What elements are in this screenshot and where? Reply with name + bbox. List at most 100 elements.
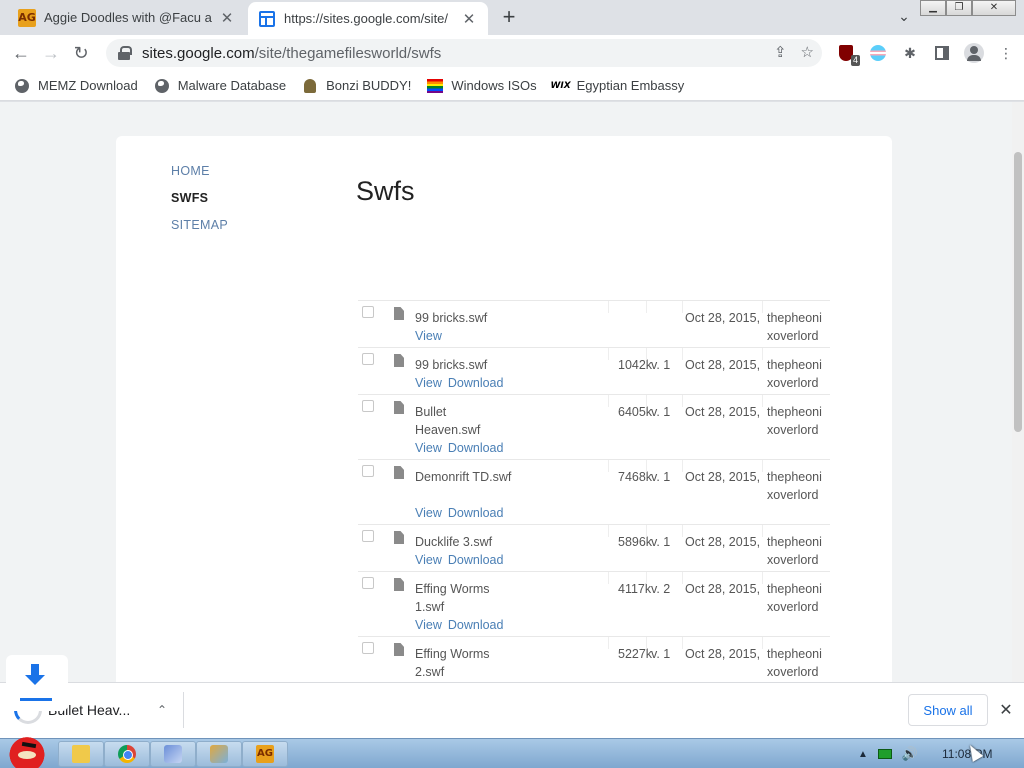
chevron-up-icon[interactable]: ⌃ [153, 703, 171, 717]
reload-button[interactable]: ↻ [66, 38, 96, 68]
close-icon[interactable]: ✕ [996, 700, 1016, 720]
restore-button[interactable]: ❐ [946, 0, 972, 16]
file-actions: View [415, 327, 448, 345]
taskbar-aggie-button[interactable]: AG [242, 741, 288, 767]
download-link[interactable]: Download [448, 376, 504, 390]
close-icon[interactable]: ✕ [460, 10, 478, 28]
download-link[interactable]: Download [448, 441, 504, 455]
wix-icon: WIX [550, 80, 571, 91]
scrollbar-thumb[interactable] [1014, 152, 1022, 432]
trans-flag-extension-icon[interactable] [866, 41, 890, 65]
tab-aggie-doodles[interactable]: AG Aggie Doodles with @Facu an ✕ [8, 0, 246, 35]
page-title: Swfs [356, 176, 415, 206]
file-owner: thepheonixoverlord [767, 311, 822, 343]
taskbar-chrome-button[interactable] [104, 741, 150, 767]
taskbar-paint-alt-button[interactable] [196, 741, 242, 767]
document-icon [394, 531, 404, 544]
bookmark-windows-isos[interactable]: Windows ISOs [427, 78, 537, 94]
nav-sitemap-link[interactable]: SITEMAP [171, 218, 228, 232]
download-progress-bar [20, 698, 52, 701]
file-date: Oct 28, 2015, 3 [685, 358, 761, 372]
folder-icon [72, 745, 90, 763]
file-actions: View Download [415, 504, 509, 522]
tab-search-icon[interactable]: ⌄ [894, 8, 914, 28]
col-divider [682, 525, 683, 537]
lock-icon[interactable] [118, 46, 132, 60]
start-button[interactable] [2, 731, 48, 768]
nav-home-link[interactable]: HOME [171, 164, 228, 178]
file-row: Demonrift TD.swf View Download 7468k v. 1 Oct… [358, 460, 830, 525]
paint-alt-icon [210, 745, 228, 763]
url-path: /site/thegamefilesworld/swfs [254, 44, 442, 62]
download-link[interactable]: Download [448, 618, 504, 632]
file-version: v. 1 [651, 405, 671, 419]
file-name: 99 bricks.swf [415, 358, 488, 372]
close-icon[interactable]: ✕ [218, 9, 236, 27]
ublock-origin-icon[interactable]: 4 [834, 41, 860, 66]
file-owner: thepheonixoverlord [767, 405, 822, 437]
angry-bird-start-icon [8, 733, 46, 768]
window-close-button[interactable]: ✕ [972, 0, 1016, 16]
paint-icon [164, 745, 182, 763]
side-panel-icon[interactable] [930, 41, 954, 65]
url-host: sites.google.com [142, 44, 255, 62]
extension-badge: 4 [850, 55, 860, 66]
bookmark-star-icon[interactable]: ☆ [801, 43, 814, 61]
bookmark-memz[interactable]: MEMZ Download [14, 78, 138, 94]
download-link[interactable]: Download [448, 553, 504, 567]
minimize-button[interactable]: ▁ [920, 0, 946, 16]
document-icon [394, 578, 404, 591]
address-bar[interactable]: sites.google.com/site/thegamefilesworld/… [106, 39, 822, 67]
file-name: Bullet Heaven.swf [415, 405, 481, 437]
new-tab-button[interactable]: + [498, 6, 520, 29]
col-divider [682, 301, 683, 313]
share-icon[interactable]: ⇪ [774, 43, 787, 61]
file-select-checkbox[interactable] [362, 530, 374, 542]
col-divider [646, 348, 647, 360]
col-divider [608, 395, 609, 407]
download-link[interactable]: Download [448, 506, 504, 520]
view-link[interactable]: View [415, 329, 442, 343]
taskbar-explorer-button[interactable] [58, 741, 104, 767]
menu-kebab-icon[interactable]: ⋮ [994, 41, 1018, 65]
page-scrollbar[interactable] [1012, 102, 1024, 682]
puzzle-extensions-icon[interactable]: ✱ [898, 41, 922, 65]
col-divider [682, 395, 683, 407]
file-version: v. 1 [651, 470, 671, 484]
col-divider [608, 572, 609, 584]
document-icon [394, 307, 404, 320]
tab-google-sites[interactable]: https://sites.google.com/site/ ✕ [248, 2, 488, 35]
bonzi-icon [302, 78, 318, 94]
back-button[interactable]: ← [6, 38, 36, 68]
file-name: Ducklife 3.swf [415, 535, 493, 549]
bookmark-egyptian-embassy[interactable]: WIX Egyptian Embassy [550, 78, 684, 94]
nav-swfs-link[interactable]: SWFS [171, 191, 228, 205]
file-select-checkbox[interactable] [362, 400, 374, 412]
view-link[interactable]: View [415, 553, 442, 567]
taskbar-paint-button[interactable] [150, 741, 196, 767]
show-hidden-icons-arrow[interactable]: ▲ [858, 749, 868, 760]
volume-icon[interactable]: 🔊 [902, 746, 918, 762]
file-row: 99 bricks.swf View Download 1042k v. 1 Oct 28… [358, 348, 830, 395]
file-owner: thepheonixoverlord [767, 358, 822, 390]
document-icon [394, 466, 404, 479]
bookmark-malware-database[interactable]: Malware Database [154, 78, 286, 94]
view-link[interactable]: View [415, 376, 442, 390]
file-select-checkbox[interactable] [362, 577, 374, 589]
view-link[interactable]: View [415, 618, 442, 632]
file-select-checkbox[interactable] [362, 353, 374, 365]
file-select-checkbox[interactable] [362, 642, 374, 654]
file-select-checkbox[interactable] [362, 465, 374, 477]
file-name: 99 bricks.swf [415, 311, 488, 325]
bookmark-bonzi-buddy[interactable]: Bonzi BUDDY! [302, 78, 411, 94]
view-link[interactable]: View [415, 506, 442, 520]
profile-avatar-icon[interactable] [962, 41, 986, 65]
forward-button[interactable]: → [36, 38, 66, 68]
view-link[interactable]: View [415, 441, 442, 455]
globe-icon [14, 78, 30, 94]
battery-icon[interactable] [877, 749, 892, 759]
show-all-downloads-button[interactable]: Show all [908, 694, 988, 726]
file-date: Oct 28, 2015, 4 [685, 311, 761, 325]
file-actions: View Download [415, 439, 509, 457]
file-select-checkbox[interactable] [362, 306, 374, 318]
